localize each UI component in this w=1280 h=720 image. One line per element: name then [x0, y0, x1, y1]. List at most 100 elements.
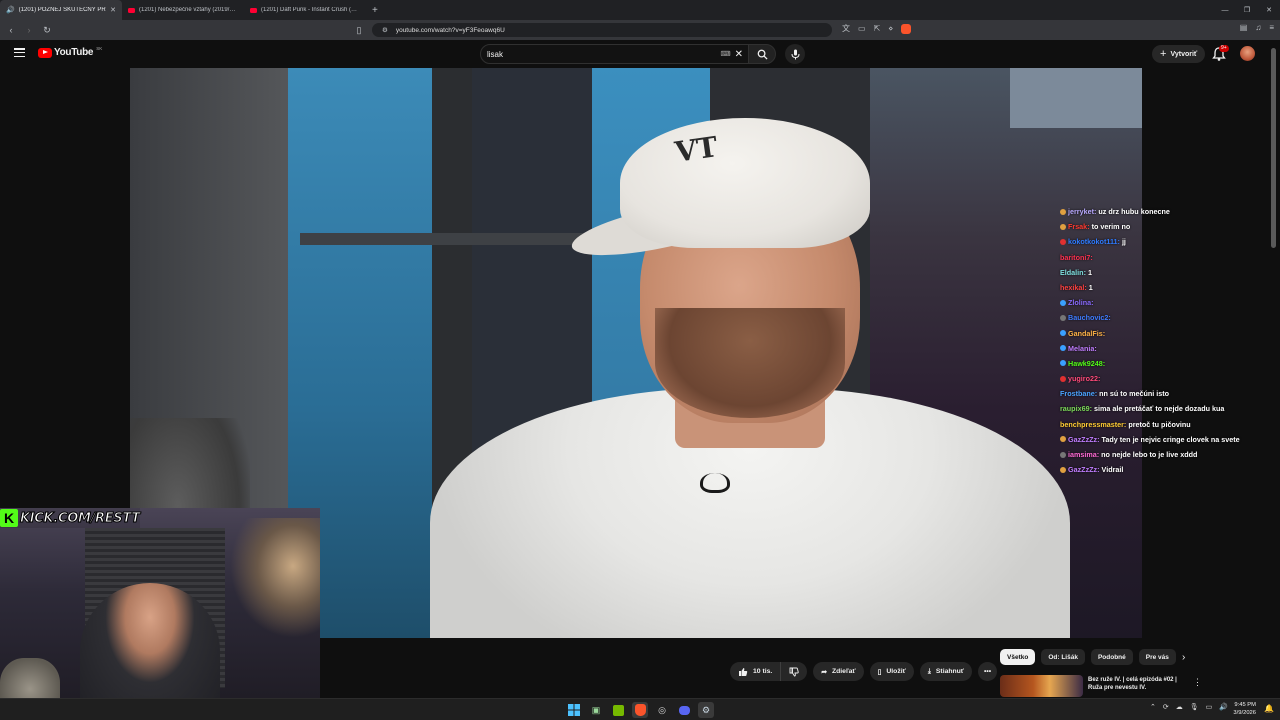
search-button[interactable] — [748, 44, 776, 64]
translate-icon[interactable]: 文 — [842, 23, 850, 34]
chat-text: jj — [1121, 237, 1126, 247]
recommended-thumbnail[interactable] — [1000, 675, 1083, 697]
clear-search-icon[interactable]: ✕ — [735, 49, 743, 60]
chat-text: Tady ten je nejvic cringe clovek na svet… — [1101, 434, 1240, 444]
kebab-menu-icon[interactable]: ⋮ — [1193, 677, 1202, 688]
youtube-favicon-icon — [250, 7, 257, 13]
windows-start-icon[interactable] — [566, 702, 582, 718]
new-tab-button[interactable]: + — [366, 5, 384, 16]
chip-for-you[interactable]: Pre vás — [1138, 649, 1176, 665]
video-actions: 10 tis. ➦ Zdieľať ▯ Uložiť ⤓ Stiahnuť ••… — [730, 662, 998, 681]
chat-message: Frsak: to verim no — [1060, 222, 1240, 232]
person-cap — [620, 118, 870, 248]
chevron-right-icon[interactable]: › — [1182, 652, 1185, 663]
cloud-icon[interactable]: ☁ — [1176, 703, 1183, 711]
chat-message: raupix69: sima ale pretáčať to nejde doz… — [1060, 404, 1225, 414]
cast-icon[interactable]: ▭ — [858, 24, 866, 33]
restore-icon[interactable]: ❐ — [1236, 6, 1258, 14]
back-icon[interactable]: ‹ — [6, 25, 16, 35]
nvidia-icon[interactable] — [610, 702, 626, 718]
like-button[interactable]: 10 tis. — [730, 662, 782, 681]
download-button[interactable]: ⤓ Stiahnuť — [919, 662, 973, 681]
chip-all[interactable]: Všetko — [1000, 649, 1036, 665]
system-tray: ⌃ ⟳ ☁ 🎙 ▭ 🔊 — [1150, 703, 1228, 711]
chat-text: 1 — [1088, 282, 1093, 292]
chat-username: hexikal — [1060, 282, 1085, 292]
menu-icon[interactable]: ≡ — [1269, 23, 1274, 32]
close-window-icon[interactable]: ✕ — [1258, 6, 1280, 14]
chat-username: yugiro22 — [1068, 374, 1098, 384]
create-button[interactable]: + Vytvoriť — [1152, 45, 1206, 63]
search-box[interactable]: lisak ⌨ ✕ — [480, 44, 750, 64]
network-icon[interactable]: ▭ — [1206, 703, 1213, 711]
chat-message: Melania: — [1060, 344, 1240, 354]
brave-shield-icon[interactable] — [901, 23, 912, 34]
keyboard-icon[interactable]: ⌨ — [721, 50, 731, 58]
account-avatar[interactable] — [1240, 46, 1255, 61]
mic-tray-icon[interactable]: 🎙 — [1190, 703, 1199, 711]
like-count: 10 tis. — [753, 668, 773, 675]
site-info-icon[interactable]: ⚙ — [382, 26, 388, 34]
chat-text: no nejde lebo to je live xddd — [1101, 450, 1198, 459]
share-arrow-icon: ➦ — [821, 668, 827, 676]
recommended-video[interactable]: Bez ruže IV. | celá epizóda #02 | Ruža p… — [1000, 675, 1270, 697]
share-icon[interactable]: ⇱ — [874, 24, 881, 33]
chat-username: raupix69 — [1060, 404, 1090, 414]
download-icon: ⤓ — [927, 667, 931, 675]
extensions-icon[interactable]: ⋄ — [888, 24, 893, 33]
badge-icon — [1060, 223, 1066, 230]
microphone-icon — [791, 49, 799, 59]
voice-search-button[interactable] — [785, 44, 805, 64]
youtube-play-icon — [38, 47, 52, 58]
steam-icon[interactable]: ⚙ — [698, 702, 714, 718]
chat-message: benchpressmaster: pretoč tu pičovinu — [1060, 419, 1191, 429]
chat-text: sima ale pretáčať to nejde dozadu kua — [1093, 404, 1225, 414]
page-scrollbar[interactable] — [1271, 44, 1276, 694]
dislike-button[interactable] — [781, 662, 808, 681]
browser-toolbar: ‹ › ↻ ▯ ⚙ youtube.com/watch?v=yF3Feoawq6… — [0, 20, 1280, 40]
forward-icon[interactable]: › — [24, 25, 34, 35]
browser-menu-area: ▤ ♫ ≡ — [1240, 23, 1274, 32]
youtube-logo[interactable]: YouTube SK — [38, 46, 103, 58]
taskbar-clock[interactable]: 9:45 PM 3/9/2026 — [1233, 701, 1256, 717]
search-input[interactable]: lisak — [487, 50, 721, 59]
browser-tab-2[interactable]: (1201) Nebezpečné vztahy (2019/2020 — [122, 0, 244, 20]
volume-icon[interactable]: 🔊 — [1219, 703, 1228, 711]
share-label: Zdieľať — [831, 668, 856, 675]
discord-icon[interactable] — [676, 702, 692, 718]
brave-browser-icon[interactable] — [632, 702, 648, 718]
badge-icon — [1060, 299, 1066, 306]
scrollbar-thumb[interactable] — [1271, 48, 1276, 248]
chip-from-channel[interactable]: Od: Lišák — [1041, 649, 1085, 665]
xbox-icon[interactable]: ▣ — [588, 702, 604, 718]
chat-username: Frsak — [1068, 222, 1088, 232]
notification-center-icon[interactable]: 🔔 — [1264, 704, 1274, 713]
kick-banner: K KICK.COM/RESTT — [0, 508, 141, 528]
browser-tab-1[interactable]: 🔊 (1201) POZNEJ SKUTEČNÝ PŘ ✕ — [0, 0, 122, 20]
recommended-title[interactable]: Bez ruže IV. | celá epizóda #02 | Ruža p… — [1088, 676, 1188, 692]
chat-username: kokotkokot111 — [1068, 237, 1118, 247]
country-code: SK — [96, 46, 103, 51]
address-bar[interactable]: ⚙ youtube.com/watch?v=yF3Feoawq6U — [372, 23, 832, 37]
save-button[interactable]: ▯ Uložiť — [869, 662, 914, 681]
thumbs-down-icon — [789, 667, 799, 676]
bookmark-icon[interactable]: ▯ — [354, 25, 364, 36]
more-actions-button[interactable]: ••• — [978, 662, 998, 681]
window-controls: — ❐ ✕ — [1214, 0, 1280, 20]
close-tab-icon[interactable]: ✕ — [110, 6, 116, 14]
search-icon — [757, 49, 768, 60]
chat-message: hexikal: 1 — [1060, 282, 1093, 292]
tray-overflow-icon[interactable]: ⌃ — [1150, 703, 1156, 711]
sidebar-icon[interactable]: ▤ — [1240, 23, 1248, 32]
obs-icon[interactable]: ◎ — [654, 702, 670, 718]
sync-icon[interactable]: ⟳ — [1163, 703, 1169, 711]
reload-icon[interactable]: ↻ — [42, 25, 52, 36]
chat-text: to verim no — [1091, 222, 1131, 232]
media-icon[interactable]: ♫ — [1255, 23, 1261, 32]
badge-icon — [1060, 360, 1066, 367]
browser-tab-3[interactable]: (1201) Daft Punk - Instant Crush (Offi — [244, 0, 366, 20]
guide-menu-icon[interactable] — [14, 48, 25, 57]
chip-related[interactable]: Podobné — [1090, 649, 1133, 665]
share-button[interactable]: ➦ Zdieľať — [813, 662, 864, 681]
minimize-icon[interactable]: — — [1214, 7, 1236, 14]
